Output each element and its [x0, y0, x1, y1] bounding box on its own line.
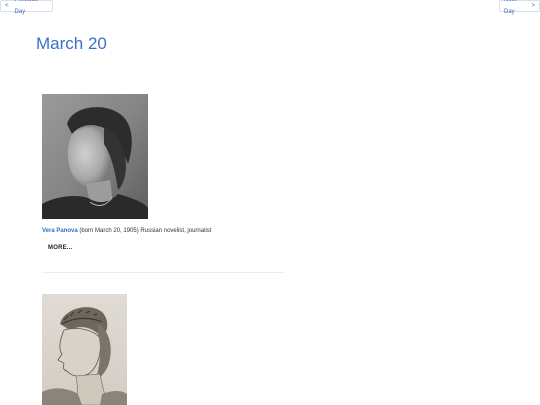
portrait-image[interactable]	[42, 94, 148, 219]
person-description: (born March 20, 1905) Russian novelist, …	[79, 228, 212, 234]
portrait-photo	[42, 94, 148, 219]
chevron-left-icon: <	[5, 3, 9, 9]
entry-caption: Vera Panova (born March 20, 1905) Russia…	[42, 227, 284, 235]
portrait-image[interactable]	[42, 294, 127, 405]
next-day-label: Next Day	[504, 0, 517, 15]
next-day-button[interactable]: Next Day >	[499, 0, 540, 15]
birthday-entry	[42, 294, 284, 405]
previous-day-button[interactable]: < Previous Day	[0, 0, 53, 15]
chevron-right-icon: >	[531, 3, 535, 9]
person-name-link[interactable]: Vera Panova	[42, 228, 78, 234]
portrait-engraving	[42, 294, 127, 405]
more-button[interactable]: MORE...	[48, 245, 72, 251]
previous-day-label: Previous Day	[14, 0, 38, 15]
page-root: < Previous Day Next Day > March 20 Vera …	[0, 0, 540, 405]
page-title: March 20	[36, 34, 107, 53]
birthday-entry: Vera Panova (born March 20, 1905) Russia…	[42, 94, 284, 254]
entry-divider	[42, 272, 284, 273]
